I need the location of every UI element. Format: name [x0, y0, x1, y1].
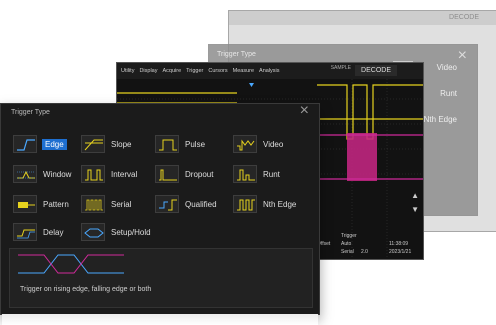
option-label: Video — [263, 139, 284, 149]
option-label: Window — [43, 169, 72, 179]
nth-edge-icon — [233, 195, 257, 213]
dialog-title: Trigger Type — [11, 108, 50, 116]
chevron-up-icon[interactable]: ▲ — [411, 191, 419, 200]
trigger-label: Trigger — [341, 233, 357, 239]
option-window[interactable]: Window — [13, 164, 71, 184]
trigger-preview: Trigger on rising edge, falling edge or … — [9, 248, 313, 308]
menu-analysis[interactable]: Analysis — [259, 68, 279, 74]
option-edge[interactable]: Edge — [13, 134, 67, 154]
interval-icon — [81, 165, 105, 183]
trigger-type-dialog: Trigger Type × Edge Slope Pulse Video Wi… — [0, 102, 320, 315]
option-runt[interactable]: Runt — [233, 164, 280, 184]
edge-preview-waveform — [18, 254, 124, 274]
runt-icon — [233, 165, 257, 183]
option-label: Dropout — [185, 169, 214, 179]
option-pulse[interactable]: Pulse — [155, 134, 205, 154]
scope-info-panel: Offset Trigger Auto Serial 2.0 11:38:09 … — [317, 229, 423, 259]
pattern-icon — [13, 195, 37, 213]
dropout-icon — [155, 165, 179, 183]
serial-icon — [81, 195, 105, 213]
menu-utility[interactable]: Utility — [121, 68, 134, 74]
option-label: Interval — [111, 169, 138, 179]
edge-icon — [13, 135, 37, 153]
option-label: Pattern — [43, 199, 69, 209]
screen-reflection — [2, 314, 318, 325]
trigger-description: Trigger on rising edge, falling edge or … — [20, 286, 152, 293]
option-label: Slope — [111, 139, 132, 149]
slope-icon — [81, 135, 105, 153]
option-nth-edge[interactable]: Nth Edge — [233, 194, 296, 214]
delay-icon — [13, 223, 37, 241]
close-icon[interactable]: × — [300, 102, 309, 120]
menu-cursors[interactable]: Cursors — [208, 68, 227, 74]
menu-measure[interactable]: Measure — [233, 68, 254, 74]
chevron-down-icon[interactable]: ▼ — [411, 205, 419, 214]
decode-button[interactable]: DECODE — [355, 65, 397, 76]
acquisition-status: SAMPLE — [330, 65, 351, 71]
pulse-icon — [155, 135, 179, 153]
channel-value: 2.0 — [361, 249, 368, 255]
magenta-burst — [347, 133, 377, 181]
mid-item-video[interactable]: Video — [437, 63, 457, 72]
trigger-position-marker — [249, 83, 254, 87]
option-serial[interactable]: Serial — [81, 194, 131, 214]
menu-display[interactable]: Display — [139, 68, 157, 74]
option-video[interactable]: Video — [233, 134, 283, 154]
option-setup-hold[interactable]: Setup/Hold — [81, 222, 151, 242]
clock-date: 2023/1/21 — [389, 249, 412, 255]
option-label: Pulse — [185, 139, 206, 149]
option-label: Nth Edge — [263, 199, 297, 209]
option-label: Qualified — [185, 199, 217, 209]
trigger-mode: Auto — [341, 241, 352, 247]
option-interval[interactable]: Interval — [81, 164, 137, 184]
window-icon — [13, 165, 37, 183]
mid-item-runt[interactable]: Runt — [440, 89, 457, 98]
option-slope[interactable]: Slope — [81, 134, 131, 154]
option-label: Serial — [111, 199, 132, 209]
background-decode-label: DECODE — [449, 14, 479, 21]
option-pattern[interactable]: Pattern — [13, 194, 69, 214]
menu-acquire[interactable]: Acquire — [163, 68, 182, 74]
close-icon[interactable]: × — [458, 47, 467, 65]
menu-trigger[interactable]: Trigger — [186, 68, 203, 74]
trigger-source: Serial — [341, 249, 354, 255]
clock-time: 11:38:09 — [389, 241, 409, 247]
option-label: Edge — [42, 138, 67, 150]
setup-hold-icon — [81, 223, 105, 241]
option-label: Delay — [43, 227, 64, 237]
option-label: Runt — [263, 169, 280, 179]
option-dropout[interactable]: Dropout — [155, 164, 213, 184]
option-label: Setup/Hold — [111, 227, 151, 237]
option-qualified[interactable]: Qualified — [155, 194, 217, 214]
video-icon — [233, 135, 257, 153]
mid-item-nth-edge[interactable]: Nth Edge — [424, 115, 457, 124]
qualified-icon — [155, 195, 179, 213]
option-delay[interactable]: Delay — [13, 222, 63, 242]
